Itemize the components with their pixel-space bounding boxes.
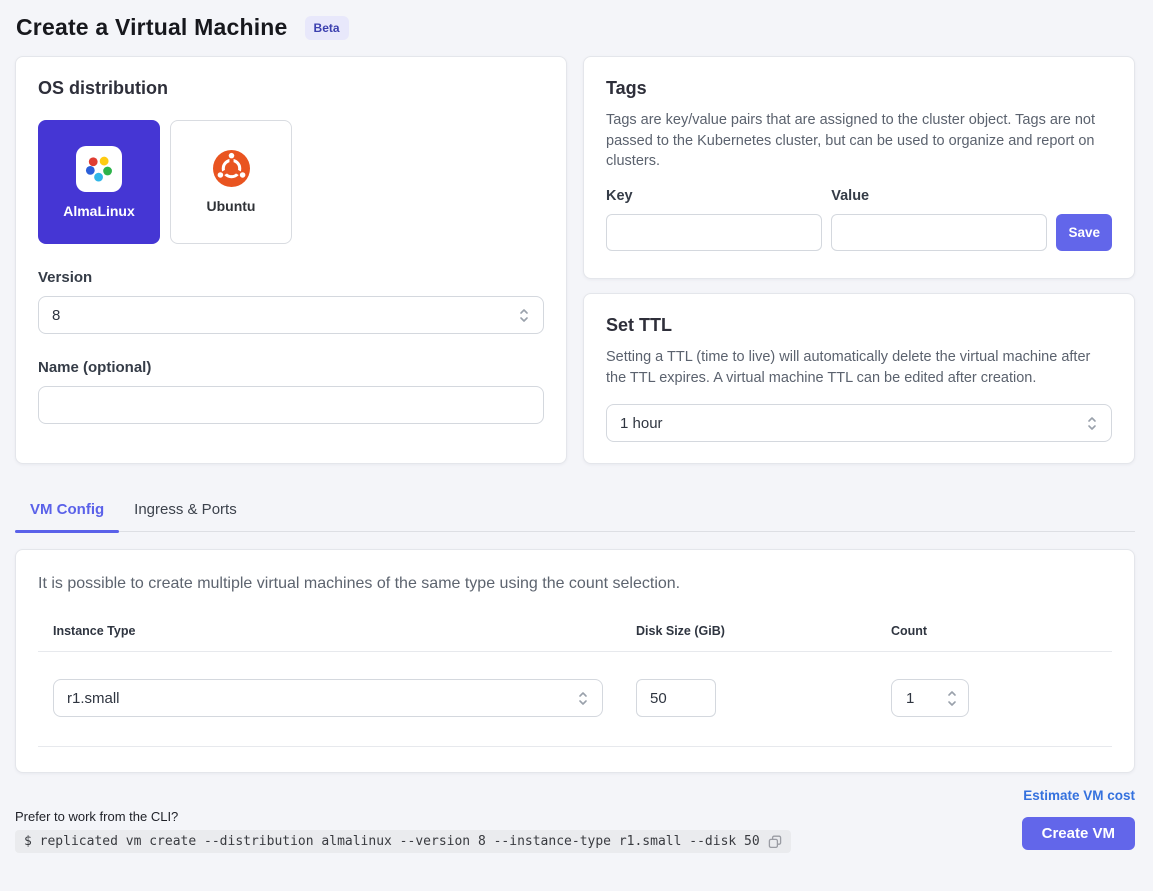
table-header-divider [38,651,1112,652]
tag-key-value-row: Key Value Save [606,187,1112,251]
chevron-up-down-icon [577,690,589,707]
copy-icon[interactable] [768,835,782,849]
create-vm-button[interactable]: Create VM [1022,817,1135,850]
column-header-count: Count [891,624,1097,638]
instance-type-select[interactable]: r1.small [53,679,603,717]
instance-type-value: r1.small [67,690,120,707]
version-select[interactable]: 8 [38,296,544,334]
count-stepper[interactable]: 1 [891,679,969,717]
tag-value-column: Value [831,187,1047,251]
page-footer: Prefer to work from the CLI? $ replicate… [15,788,1135,853]
tags-card: Tags Tags are key/value pairs that are a… [583,56,1135,279]
column-header-disk-size: Disk Size (GiB) [636,624,891,638]
ttl-card-title: Set TTL [606,315,1112,336]
tag-value-input[interactable] [831,214,1047,251]
almalinux-logo-icon [84,154,114,184]
config-tabs: VM Config Ingress & Ports [15,491,1135,532]
disk-size-input[interactable] [636,679,716,717]
column-header-instance-type: Instance Type [53,624,636,638]
estimate-vm-cost-link[interactable]: Estimate VM cost [1023,788,1135,803]
tag-value-label: Value [831,188,869,204]
vm-name-label: Name (optional) [38,359,544,376]
ttl-card-description: Setting a TTL (time to live) will automa… [606,347,1112,388]
ttl-select-value: 1 hour [620,415,663,432]
save-tag-button[interactable]: Save [1056,214,1112,251]
almalinux-logo-plate [76,146,122,192]
vm-name-input[interactable] [38,386,544,424]
set-ttl-card: Set TTL Setting a TTL (time to live) wil… [583,293,1135,464]
os-tile-label-almalinux: AlmaLinux [63,203,135,219]
tag-key-column: Key [606,187,822,251]
vm-config-intro: It is possible to create multiple virtua… [38,575,1112,593]
cli-command-text: $ replicated vm create --distribution al… [24,834,760,849]
version-label: Version [38,269,544,286]
cli-prompt-text: Prefer to work from the CLI? [15,809,791,824]
version-select-value: 8 [52,307,60,324]
os-tile-ubuntu[interactable]: Ubuntu [170,120,292,244]
top-cards-grid: OS distribution AlmaLin [15,56,1135,464]
instance-table-header: Instance Type Disk Size (GiB) Count [38,624,1112,638]
tags-card-description: Tags are key/value pairs that are assign… [606,110,1112,172]
os-tile-group: AlmaLinux [38,120,544,244]
os-card-title: OS distribution [38,78,544,99]
right-column: Tags Tags are key/value pairs that are a… [583,56,1135,464]
chevron-up-down-icon [1086,415,1098,432]
ttl-select[interactable]: 1 hour [606,404,1112,442]
page-header: Create a Virtual Machine Beta [0,0,1153,41]
tag-key-label: Key [606,188,633,204]
table-row-divider [38,746,1112,747]
chevron-up-down-icon [518,307,530,324]
cli-command-bar: $ replicated vm create --distribution al… [15,830,791,853]
tab-vm-config[interactable]: VM Config [15,491,119,531]
page-title: Create a Virtual Machine [16,14,288,41]
ubuntu-logo-icon [213,150,250,187]
count-value: 1 [906,690,914,707]
tags-card-title: Tags [606,78,1112,99]
stepper-up-down-icon[interactable] [946,689,958,708]
cli-section: Prefer to work from the CLI? $ replicate… [15,809,791,853]
actions-section: Estimate VM cost Create VM [1022,788,1135,853]
os-distribution-card: OS distribution AlmaLin [15,56,567,464]
beta-badge: Beta [305,16,349,40]
os-tile-almalinux[interactable]: AlmaLinux [38,120,160,244]
os-tile-label-ubuntu: Ubuntu [207,198,256,214]
vm-config-card: It is possible to create multiple virtua… [15,549,1135,773]
tag-key-input[interactable] [606,214,822,251]
tab-ingress-ports[interactable]: Ingress & Ports [119,491,252,531]
instance-table-row: r1.small 1 [38,679,1112,717]
